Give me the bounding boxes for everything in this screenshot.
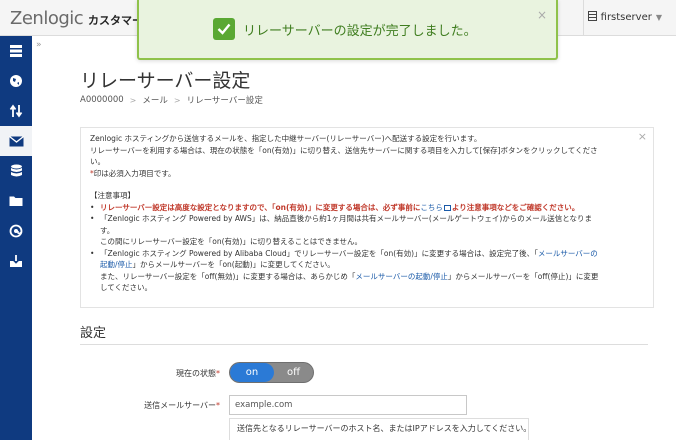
notice-text: い。 [90,157,105,166]
required-note-text: 印は必須入力項目です。 [93,168,176,178]
bullet-dot: • [90,202,95,212]
caution-item: • リレーサーバー設定は高度な設定となりますので、「on(有効)」に変更する場合… [90,202,645,214]
caution-text: また、リレーサーバー設定を「off(無効)」に変更する場合は、あらかじめ「 [100,271,356,281]
caution-item: • 「Zenlogic ホスティング Powered by AWS」は、納品直後… [90,213,645,248]
mail-server-start-stop-link[interactable]: 起動/停止 [100,260,133,269]
caution-link[interactable]: こちら [420,203,443,212]
caution-text: してください。 [100,283,153,292]
sidebar-item-mail-address[interactable] [0,216,32,246]
notice-text: リレーサーバーを利用する場合は、現在の状態を「on(有効)」に切り替え、送信先サ… [90,145,598,155]
mail-server-input[interactable]: example.com [229,395,467,415]
bullet-dot: • [90,214,95,223]
toast-message: リレーサーバーの設定が完了しました。 [243,23,477,39]
mail-icon [8,135,24,147]
breadcrumb-separator-icon: > [129,95,137,105]
header-divider [583,0,584,36]
page-title: リレーサーバー設定 [80,70,251,92]
caution-text: す。 [100,225,115,235]
required-asterisk: * [216,369,220,378]
status-label: 現在の状態* [160,368,220,379]
sidebar-item-files[interactable] [0,186,32,216]
sidebar-item-domain[interactable] [0,66,32,96]
toggle-on-option[interactable]: on [230,363,274,382]
user-menu[interactable]: firstserver ▼ [587,11,662,24]
caution-title: 【注意事項】 [90,191,135,200]
bullet-dot: • [90,248,95,258]
required-asterisk: * [216,401,220,410]
section-divider [80,344,648,345]
mail-server-hint: 送信先となるリレーサーバーのホスト名、またはIPアドレスを入力してください。 [229,418,531,440]
sidebar-expand-icon[interactable]: » [36,40,42,50]
sidebar [0,36,32,440]
caution-text: この間にリレーサーバー設定を「on(有効)」に切り替えることはできません。 [100,237,363,246]
app-window: Zenlogic カスタマー firstserver ▼ » リレーサーバー設定… [0,0,676,440]
caution-text: 「Zenlogic ホスティング Powered by AWS」は、納品直後から… [100,214,593,223]
sidebar-item-database[interactable] [0,156,32,186]
database-icon [10,164,23,178]
mail-server-start-stop-link[interactable]: メールサーバーの [538,249,598,258]
at-sign-icon [9,224,23,238]
breadcrumb-separator-icon: > [173,95,181,105]
zenlogic-logo[interactable]: Zenlogic [10,8,84,29]
status-label-text: 現在の状態 [176,369,216,378]
caution-text: 」からメールサーバーを「on(起動)」に変更してください。 [132,260,335,269]
check-icon [213,18,235,40]
user-menu-icon [587,11,597,24]
folder-icon [9,195,23,207]
server-icon [9,44,23,58]
caution-item: • 「Zenlogic ホスティング Powered by Alibaba Cl… [90,248,645,294]
toast-close-icon[interactable]: × [537,8,547,22]
required-note: *印は必須入力項目です。 [90,168,645,180]
caution-text: 「Zenlogic ホスティング Powered by Alibaba Clou… [100,248,538,258]
caution-text: リレーサーバー設定は高度な設定となりますので、「on(有効)」に変更する場合は、… [100,202,421,212]
mail-server-start-stop-link[interactable]: メールサーバーの起動/停止 [355,272,447,281]
breadcrumb-item-current: リレーサーバー設定 [186,96,263,106]
breadcrumb: A0000000 > メール > リレーサーバー設定 [80,94,263,106]
sidebar-item-transfer[interactable] [0,96,32,126]
chevron-down-icon: ▼ [655,13,662,22]
sidebar-item-server[interactable] [0,36,32,66]
breadcrumb-item-mail[interactable]: メール [142,94,168,106]
server-label-text: 送信メールサーバー [144,401,216,410]
success-toast: リレーサーバーの設定が完了しました。 × [137,0,558,60]
caution-text: より注意事項などをご確認ください。 [451,202,580,212]
user-name: firstserver [600,12,652,23]
external-link-icon [443,204,451,211]
customer-portal-label: カスタマー [88,14,143,27]
sidebar-item-mail[interactable] [0,126,32,156]
notice-close-icon[interactable]: × [638,131,647,143]
transfer-arrows-icon [9,104,23,118]
download-box-icon [9,254,23,268]
caution-text: 」からメールサーバーを「off(停止)」に変更 [447,271,599,281]
notice-text: Zenlogic ホスティングから送信するメールを、指定した中継サーバー(リレー… [90,134,482,143]
section-title: 設定 [80,326,107,341]
server-label: 送信メールサーバー* [130,400,220,411]
notice-panel: × Zenlogic ホスティングから送信するメールを、指定した中継サーバー(リ… [80,127,654,308]
toggle-off-option[interactable]: off [274,363,313,382]
breadcrumb-item-account[interactable]: A0000000 [80,95,124,105]
status-toggle[interactable]: on off [229,362,314,383]
globe-icon [9,74,23,88]
sidebar-item-download[interactable] [0,246,32,276]
